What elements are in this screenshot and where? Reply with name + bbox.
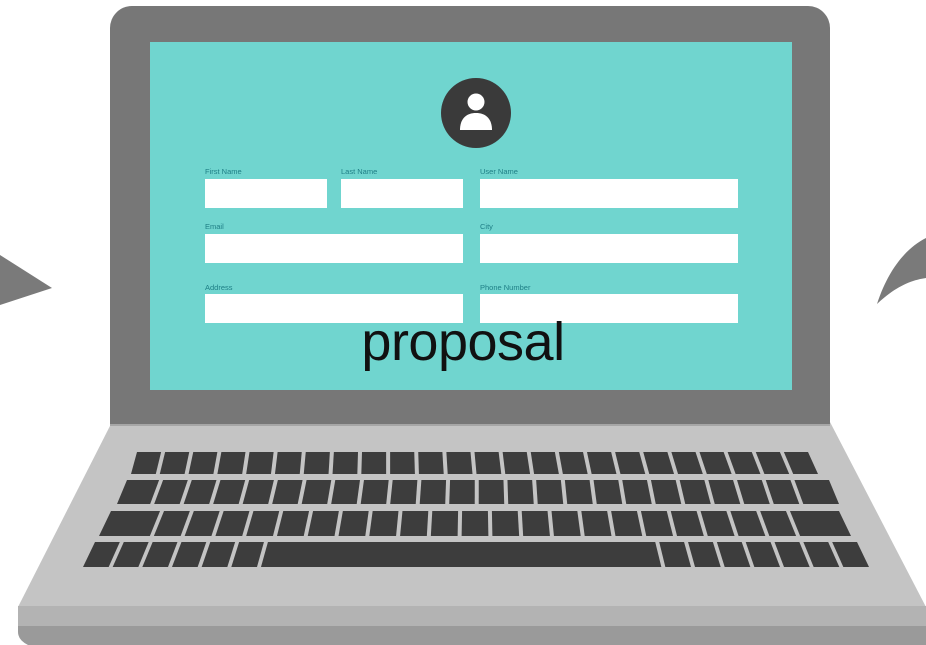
keyboard-key: [461, 511, 489, 536]
keyboard-key: [502, 452, 531, 474]
keyboard-key: [581, 511, 612, 536]
keyboard-key: [188, 452, 218, 474]
keyboard-key: [217, 452, 246, 474]
email-label: Email: [205, 222, 224, 231]
user-name-field[interactable]: [480, 179, 738, 208]
keyboard-key: [400, 511, 429, 536]
user-name-label: User Name: [480, 167, 518, 176]
last-name-field[interactable]: [341, 179, 463, 208]
keyboard-key: [369, 511, 399, 536]
keyboard-key: [419, 480, 447, 504]
keyboard-key: [246, 452, 274, 474]
keyboard-key: [536, 480, 564, 504]
keyboard-key: [390, 480, 418, 504]
profile-avatar[interactable]: [441, 78, 511, 148]
keyboard-key: [418, 452, 444, 474]
keyboard-key: [390, 452, 415, 474]
keyboard-key: [307, 511, 339, 536]
laptop-base-lip: [18, 606, 926, 626]
first-name-label: First Name: [205, 167, 242, 176]
keyboard-key: [338, 511, 369, 536]
keyboard-key: [303, 452, 330, 474]
keyboard-key: [558, 452, 588, 474]
keyboard-key: [474, 452, 502, 474]
keyboard-key: [446, 452, 473, 474]
keyboard-key: [521, 511, 550, 536]
phone-number-label: Phone Number: [480, 283, 531, 292]
keyboard-key: [274, 452, 302, 474]
keyboard-key: [491, 511, 520, 536]
keyboard-key: [331, 480, 360, 504]
keyboard-key: [611, 511, 643, 536]
keyboard-key: [301, 480, 332, 504]
last-name-label: Last Name: [341, 167, 378, 176]
user-icon: [460, 93, 492, 130]
keyboard-key: [507, 480, 534, 504]
keyboard-key: [332, 452, 358, 474]
keyboard-key: [622, 480, 652, 504]
address-label: Address: [205, 283, 233, 292]
email-field[interactable]: [205, 234, 463, 263]
keyboard-key: [564, 480, 593, 504]
left-arrow-decoration: [0, 255, 52, 305]
keyboard-key: [530, 452, 559, 474]
keyboard-key: [360, 480, 389, 504]
keyboard-key: [551, 511, 581, 536]
proposal-caption: proposal: [361, 312, 565, 372]
keyboard-key: [593, 480, 623, 504]
keyboard-key: [478, 480, 505, 504]
keyboard-key: [449, 480, 475, 504]
city-field[interactable]: [480, 234, 738, 263]
keyboard-key: [361, 452, 387, 474]
spacebar-key: [260, 542, 662, 567]
keyboard-key: [430, 511, 459, 536]
right-curved-arrow-decoration: [877, 238, 926, 304]
city-label: City: [480, 222, 493, 231]
first-name-field[interactable]: [205, 179, 327, 208]
